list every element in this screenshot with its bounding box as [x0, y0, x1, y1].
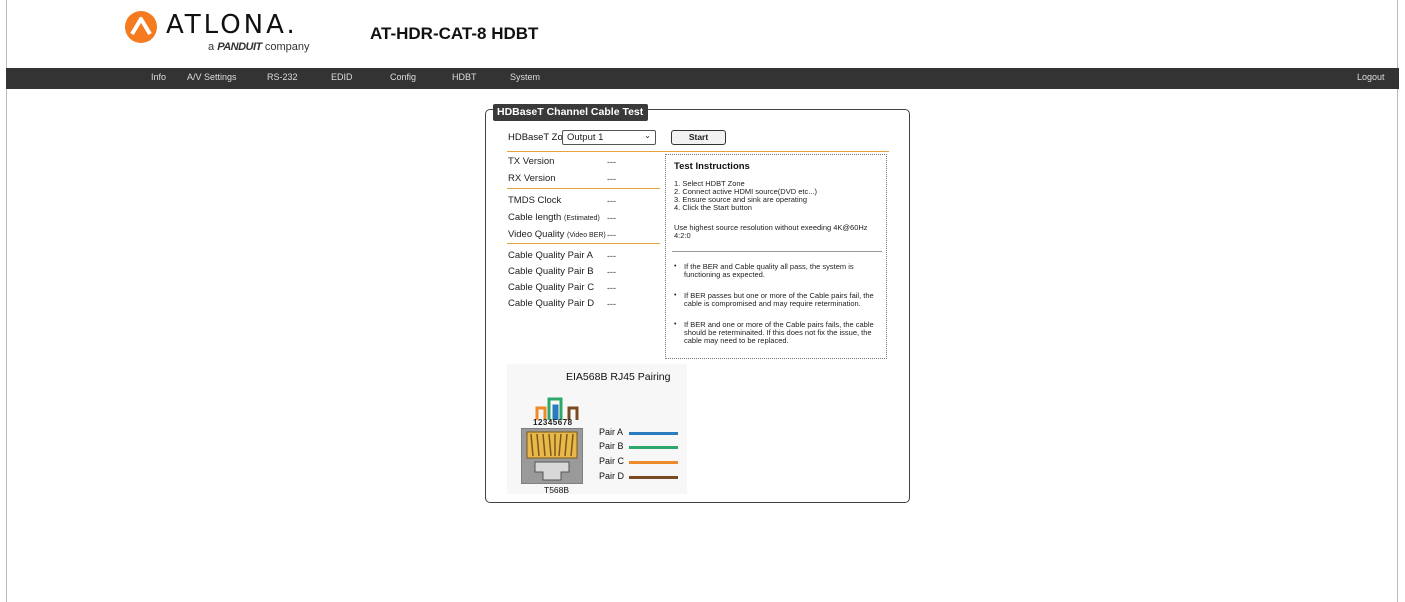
- tx-version-label: TX Version: [508, 156, 555, 167]
- cable-quality-pair-a-value: ---: [607, 251, 616, 261]
- bullet-icon: •: [674, 321, 677, 328]
- nav-rs232[interactable]: RS-232: [267, 72, 298, 82]
- tx-version-value: ---: [607, 157, 616, 167]
- brand-name: ATLONA.: [166, 10, 298, 40]
- chevron-down-icon: ⌄: [644, 131, 651, 140]
- atlona-logo[interactable]: ATLONA. a PANDUIT company: [124, 8, 324, 53]
- cable-quality-pair-b-label: Cable Quality Pair B: [508, 266, 594, 277]
- divider: [507, 151, 889, 152]
- pair-b-swatch: [629, 446, 678, 449]
- instructions-separator: [672, 251, 882, 252]
- atlona-logo-icon: [125, 11, 157, 43]
- divider: [507, 188, 660, 189]
- nav-config[interactable]: Config: [390, 72, 416, 82]
- cable-quality-pair-d-label: Cable Quality Pair D: [508, 298, 595, 309]
- standard-label: T568B: [544, 485, 570, 495]
- pair-a-label: Pair A: [599, 427, 624, 437]
- rx-version-label: RX Version: [508, 173, 556, 184]
- cable-quality-pair-b-value: ---: [607, 267, 616, 277]
- pair-b-label: Pair B: [599, 441, 624, 451]
- zone-select[interactable]: Output 1 ⌄: [562, 130, 656, 145]
- tmds-clock-label: TMDS Clock: [508, 195, 562, 206]
- instruction-step: 4. Click the Start button: [674, 203, 752, 212]
- list-item: • If BER and one or more of the Cable pai…: [674, 320, 874, 345]
- panel-title: HDBaseT Channel Cable Test: [493, 104, 649, 121]
- pair-c-swatch: [629, 461, 678, 464]
- cable-quality-pair-a-label: Cable Quality Pair A: [508, 250, 594, 261]
- nav-av-settings[interactable]: A/V Settings: [187, 72, 237, 82]
- nav-edid[interactable]: EDID: [331, 72, 353, 82]
- list-item: • If BER passes but one or more of the Ca…: [674, 291, 874, 308]
- cable-length-value: ---: [607, 213, 616, 223]
- product-title: AT-HDR-CAT-8 HDBT: [370, 24, 539, 43]
- instructions-title: Test Instructions: [674, 161, 750, 172]
- bullet-icon: •: [674, 263, 677, 270]
- zone-select-value: Output 1: [567, 132, 604, 143]
- header: ATLONA. a PANDUIT company AT-HDR-CAT-8 H…: [0, 0, 1405, 68]
- pin-numbers: 12345678: [533, 418, 573, 427]
- logout-link[interactable]: Logout: [1357, 72, 1385, 82]
- pair-c-label: Pair C: [599, 456, 625, 466]
- diagram-title: EIA568B RJ45 Pairing: [566, 371, 671, 383]
- start-button[interactable]: Start: [671, 130, 726, 145]
- divider: [507, 243, 660, 244]
- nav-info[interactable]: Info: [151, 72, 166, 82]
- video-quality-value: ---: [607, 230, 616, 240]
- list-item: • If the BER and Cable quality all pass, …: [674, 262, 854, 279]
- tmds-clock-value: ---: [607, 196, 616, 206]
- cable-length-label: Cable length (Estimated): [508, 212, 600, 223]
- nav-hdbt[interactable]: HDBT: [452, 72, 477, 82]
- pair-a-swatch: [629, 432, 678, 435]
- video-quality-label: Video Quality (Video BER): [508, 229, 606, 240]
- wire-pairs-icon: [535, 397, 579, 420]
- brand-subtitle: a PANDUIT company: [208, 41, 310, 53]
- result-guidance-list: • If the BER and Cable quality all pass, …: [674, 263, 886, 358]
- resolution-note: Use highest source resolution without ex…: [674, 223, 868, 240]
- cable-quality-pair-d-value: ---: [607, 299, 616, 309]
- nav-system[interactable]: System: [510, 72, 540, 82]
- cable-quality-pair-c-label: Cable Quality Pair C: [508, 282, 595, 293]
- rj45-jack-icon: [521, 428, 583, 484]
- cable-quality-pair-c-value: ---: [607, 283, 616, 293]
- rx-version-value: ---: [607, 174, 616, 184]
- main-navbar: Info A/V Settings RS-232 EDID Config HDB…: [6, 68, 1399, 89]
- pair-d-swatch: [629, 476, 678, 479]
- bullet-icon: •: [674, 292, 677, 299]
- pair-d-label: Pair D: [599, 471, 625, 481]
- test-instructions-box: Test Instructions 1. Select HDBT Zone 2.…: [665, 154, 887, 359]
